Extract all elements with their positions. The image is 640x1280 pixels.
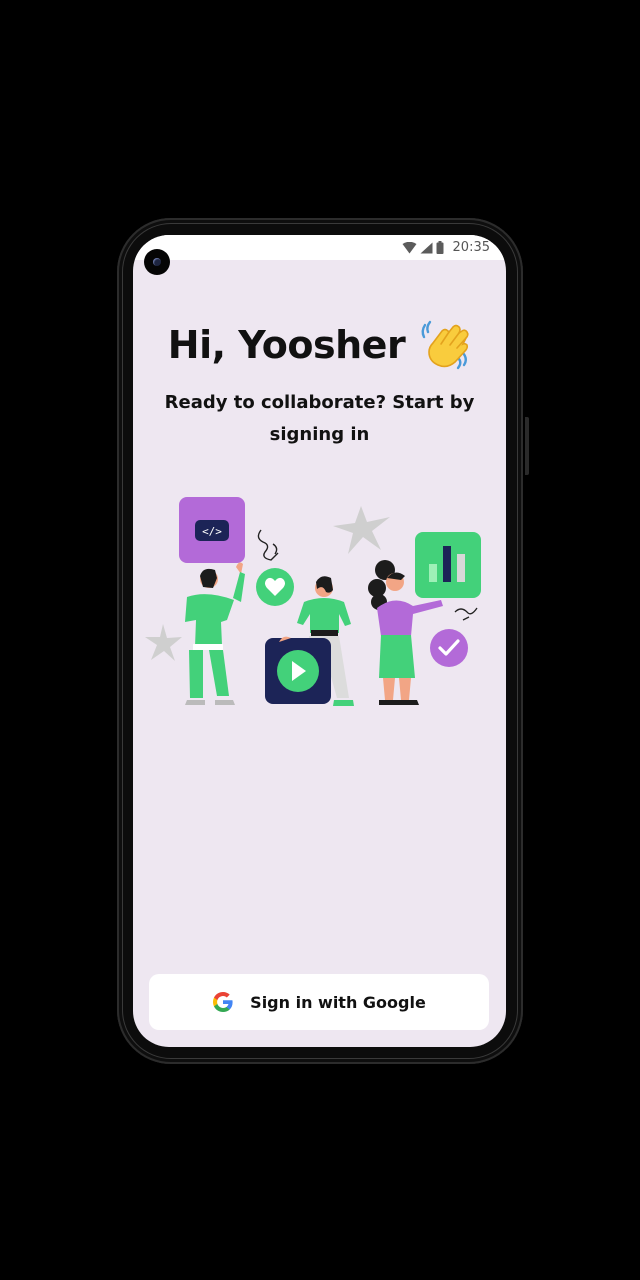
sparkle-icon: [333, 506, 390, 554]
battery-icon: [436, 241, 444, 254]
google-logo-icon: [213, 992, 233, 1012]
greeting-subtitle: Ready to collaborate? Start by signing i…: [164, 392, 475, 445]
chart-card-icon: [415, 532, 481, 598]
check-badge-icon: [430, 629, 468, 667]
sparkle-icon: [145, 624, 182, 661]
code-card-icon: </>: [179, 497, 245, 563]
person-illustration: [185, 562, 245, 705]
play-card-icon: [265, 638, 331, 704]
wifi-icon: [402, 241, 417, 253]
phone-side-button: [525, 417, 529, 475]
heart-badge-icon: [256, 568, 294, 606]
front-camera: [144, 249, 170, 275]
status-bar: 20:35: [133, 235, 506, 260]
google-sign-in-label: Sign in with Google: [250, 992, 426, 1012]
camera-lens: [153, 258, 161, 266]
signal-icon: [420, 242, 433, 253]
svg-text:</>: </>: [202, 525, 222, 538]
status-icons: 20:35: [402, 239, 490, 256]
greeting-header: Hi, Yoosher: [133, 319, 506, 371]
waving-hand-icon: [421, 320, 469, 370]
status-time: 20:35: [452, 240, 490, 255]
app-screen: 20:35 Hi, Yoosher Ready to collaborate? …: [133, 235, 506, 1047]
greeting-title: Hi, Yoosher: [167, 323, 406, 367]
google-sign-in-button[interactable]: Sign in with Google: [149, 974, 489, 1030]
collaboration-illustration: </>: [145, 497, 481, 706]
